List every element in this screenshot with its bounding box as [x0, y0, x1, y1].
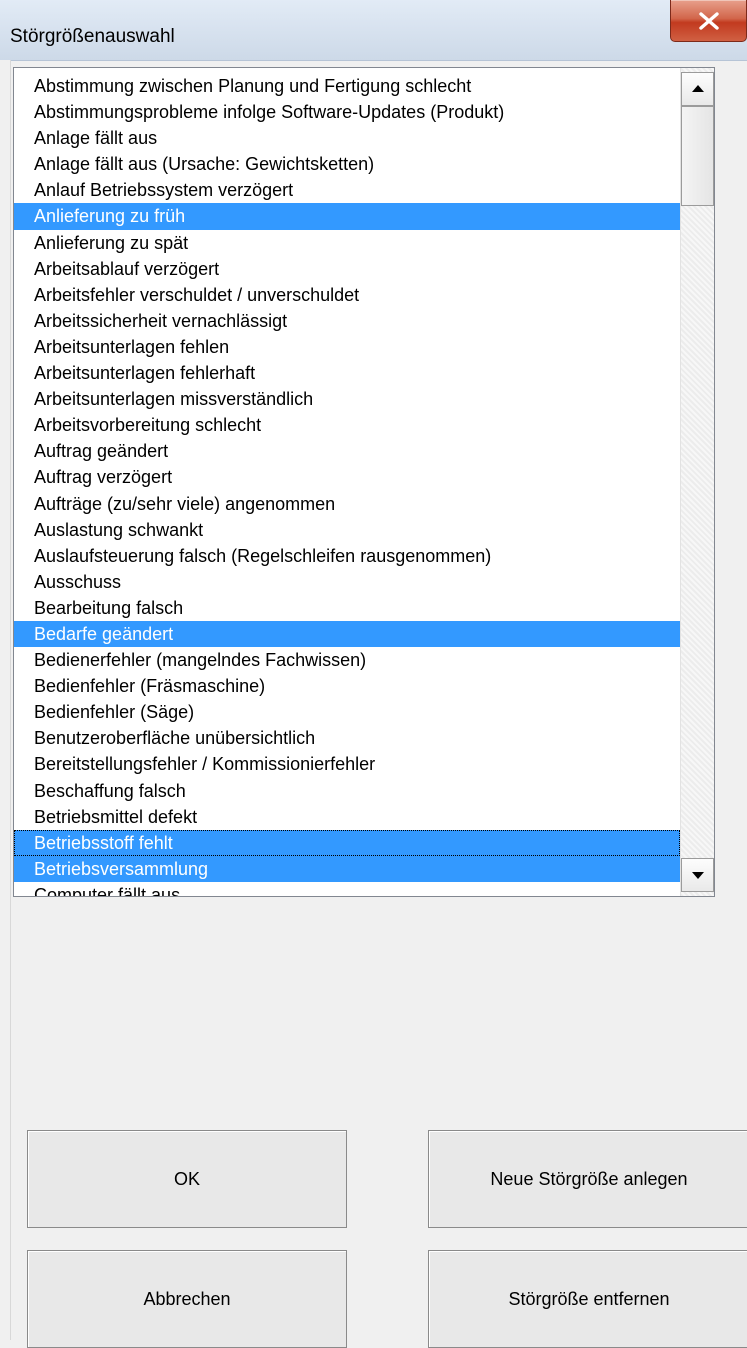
- list-item[interactable]: Arbeitsfehler verschuldet / unverschulde…: [14, 282, 680, 308]
- list-item[interactable]: Auftrag verzögert: [14, 464, 680, 490]
- disturbance-listbox[interactable]: Abstimmung zwischen Planung und Fertigun…: [13, 67, 715, 897]
- vertical-scrollbar[interactable]: [680, 68, 714, 896]
- list-item[interactable]: Bedarfe geändert: [14, 620, 680, 648]
- list-item[interactable]: Arbeitsunterlagen missverständlich: [14, 386, 680, 412]
- cancel-button[interactable]: Abbrechen: [27, 1250, 347, 1348]
- window-left-edge: [0, 60, 11, 1340]
- list-item[interactable]: Arbeitssicherheit vernachlässigt: [14, 308, 680, 334]
- list-item[interactable]: Auslastung schwankt: [14, 517, 680, 543]
- listbox-items: Abstimmung zwischen Planung und Fertigun…: [14, 73, 680, 896]
- list-item[interactable]: Anlage fällt aus: [14, 125, 680, 151]
- list-item[interactable]: Anlauf Betriebssystem verzögert: [14, 177, 680, 203]
- scroll-up-button[interactable]: [681, 72, 714, 106]
- list-item[interactable]: Abstimmung zwischen Planung und Fertigun…: [14, 73, 680, 99]
- list-item[interactable]: Abstimmungsprobleme infolge Software-Upd…: [14, 99, 680, 125]
- list-item[interactable]: Ausschuss: [14, 569, 680, 595]
- list-item[interactable]: Bearbeitung falsch: [14, 595, 680, 621]
- list-item[interactable]: Arbeitsunterlagen fehlerhaft: [14, 360, 680, 386]
- list-item[interactable]: Betriebsversammlung: [14, 855, 680, 882]
- list-item[interactable]: Bedienfehler (Fräsmaschine): [14, 673, 680, 699]
- arrow-down-icon: [692, 872, 704, 879]
- list-item[interactable]: Anlage fällt aus (Ursache: Gewichtskette…: [14, 151, 680, 177]
- scroll-thumb[interactable]: [681, 106, 714, 206]
- list-item[interactable]: Betriebsmittel defekt: [14, 804, 680, 830]
- arrow-up-icon: [692, 85, 704, 92]
- list-item[interactable]: Benutzeroberfläche unübersichtlich: [14, 725, 680, 751]
- list-item[interactable]: Auslaufsteuerung falsch (Regelschleifen …: [14, 543, 680, 569]
- remove-disturbance-button[interactable]: Störgröße entfernen: [428, 1250, 747, 1348]
- list-item[interactable]: Computer fällt aus: [14, 882, 680, 896]
- close-button[interactable]: [670, 0, 747, 42]
- window-title: Störgrößenauswahl: [10, 26, 175, 47]
- list-item[interactable]: Bedienerfehler (mangelndes Fachwissen): [14, 647, 680, 673]
- new-disturbance-button[interactable]: Neue Störgröße anlegen: [428, 1130, 747, 1228]
- list-item[interactable]: Betriebsstoff fehlt: [14, 829, 680, 856]
- list-item[interactable]: Beschaffung falsch: [14, 778, 680, 804]
- list-item[interactable]: Bereitstellungsfehler / Kommissionierfeh…: [14, 751, 680, 777]
- list-item[interactable]: Arbeitsvorbereitung schlecht: [14, 412, 680, 438]
- ok-button[interactable]: OK: [27, 1130, 347, 1228]
- list-item[interactable]: Arbeitsablauf verzögert: [14, 256, 680, 282]
- scroll-down-button[interactable]: [681, 858, 714, 892]
- list-item[interactable]: Auftrag geändert: [14, 438, 680, 464]
- list-item[interactable]: Anlieferung zu spät: [14, 230, 680, 256]
- close-x-icon: [699, 12, 719, 30]
- list-item[interactable]: Anlieferung zu früh: [14, 203, 680, 230]
- title-bar: Störgrößenauswahl: [0, 0, 747, 61]
- list-item[interactable]: Bedienfehler (Säge): [14, 699, 680, 725]
- list-item[interactable]: Aufträge (zu/sehr viele) angenommen: [14, 491, 680, 517]
- list-item[interactable]: Arbeitsunterlagen fehlen: [14, 334, 680, 360]
